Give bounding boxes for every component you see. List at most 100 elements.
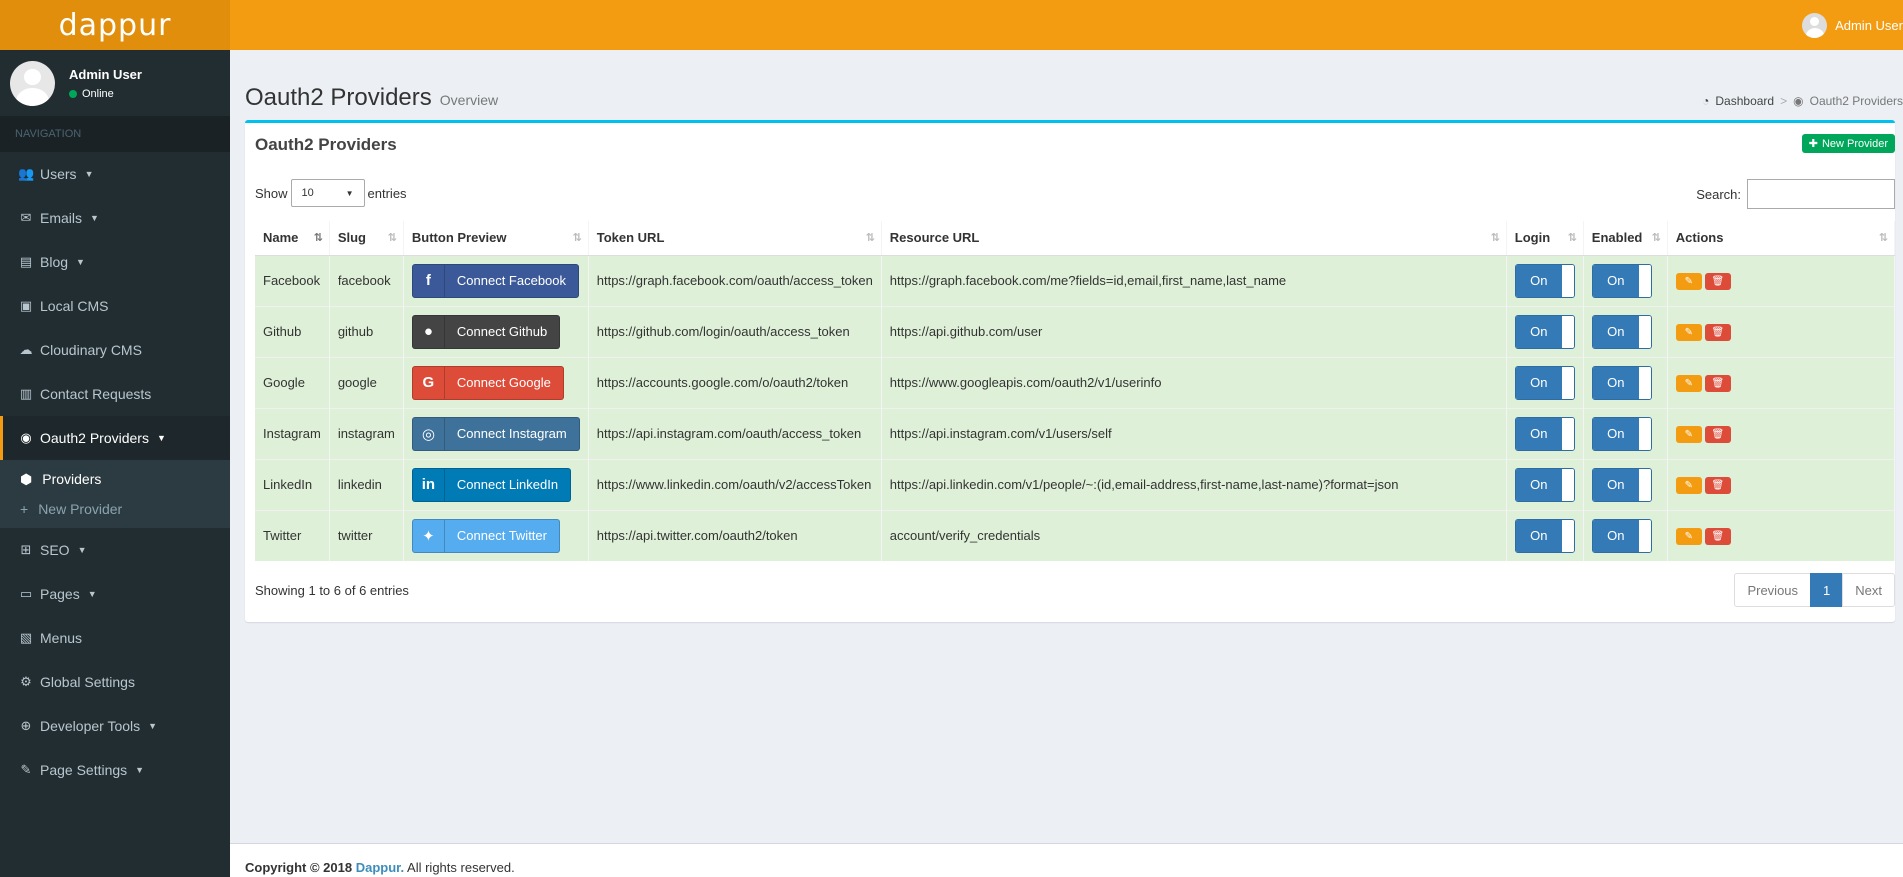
cell-slug: facebook bbox=[329, 254, 404, 306]
sidebar-item-blog[interactable]: ▤ Blog ▼ bbox=[0, 240, 230, 284]
enabled-toggle[interactable]: On bbox=[1591, 263, 1652, 298]
connect-instagram-button[interactable]: ◎ Connect Instagram bbox=[411, 416, 580, 451]
sidebar-item-menus[interactable]: ▧ Menus bbox=[0, 616, 230, 660]
cell-login: On bbox=[1506, 407, 1584, 459]
search-input[interactable] bbox=[1747, 179, 1895, 209]
newspaper-icon: ▤ bbox=[19, 254, 33, 269]
new-provider-button[interactable]: ✚ New Provider bbox=[1801, 134, 1895, 153]
cogs-icon: ⚙ bbox=[20, 674, 32, 689]
login-toggle[interactable]: On bbox=[1514, 365, 1575, 400]
cell-name: Facebook bbox=[255, 254, 330, 306]
user-avatar-icon bbox=[1802, 12, 1828, 38]
login-toggle[interactable]: On bbox=[1514, 263, 1575, 298]
trash-icon: 🗑 bbox=[1711, 326, 1725, 338]
page-length-select[interactable]: 10 ▼ bbox=[290, 179, 365, 207]
edit-button[interactable]: ✎ bbox=[1675, 272, 1702, 290]
enabled-toggle[interactable]: On bbox=[1591, 518, 1652, 553]
cell-token-url: https://www.linkedin.com/oauth/v2/access… bbox=[588, 458, 882, 510]
sidebar-item-oauth2-providers[interactable]: ◉ Oauth2 Providers ▼ bbox=[0, 416, 230, 460]
user-menu-name: Admin User bbox=[1835, 17, 1903, 33]
enabled-toggle[interactable]: On bbox=[1591, 416, 1652, 451]
sidebar-item-pages[interactable]: ▭ Pages ▼ bbox=[0, 572, 230, 616]
sidebar-item-emails[interactable]: ✉ Emails ▼ bbox=[0, 196, 230, 240]
cell-resource-url: https://www.googleapis.com/oauth2/v1/use… bbox=[881, 356, 1507, 408]
connect-github-button[interactable]: ● Connect Github bbox=[411, 314, 561, 349]
column-header-login[interactable]: Login ⇅ bbox=[1506, 221, 1584, 256]
cell-token-url: https://graph.facebook.com/oauth/access_… bbox=[588, 254, 882, 306]
sidebar-item-contact-requests[interactable]: ▥ Contact Requests bbox=[0, 372, 230, 416]
edit-icon: ✎ bbox=[1684, 275, 1693, 287]
cell-resource-url: account/verify_credentials bbox=[881, 509, 1507, 561]
edit-button[interactable]: ✎ bbox=[1675, 323, 1702, 341]
edit-icon: ✎ bbox=[1684, 377, 1693, 389]
breadcrumb-dashboard[interactable]: Dashboard bbox=[1715, 94, 1774, 108]
delete-button[interactable]: 🗑 bbox=[1704, 527, 1731, 545]
sidebar-item-seo[interactable]: ⊞ SEO ▼ bbox=[0, 528, 230, 572]
column-header-button-preview[interactable]: Button Preview ⇅ bbox=[403, 221, 589, 256]
delete-button[interactable]: 🗑 bbox=[1704, 425, 1731, 443]
cell-actions: ✎ 🗑 bbox=[1667, 254, 1896, 306]
delete-button[interactable]: 🗑 bbox=[1704, 272, 1731, 290]
cube-icon: ⬢ bbox=[20, 470, 33, 487]
connect-twitter-button[interactable]: ✦ Connect Twitter bbox=[411, 518, 560, 553]
sidebar-item-users[interactable]: 👥 Users ▼ bbox=[0, 152, 230, 196]
login-toggle[interactable]: On bbox=[1514, 416, 1575, 451]
cell-actions: ✎ 🗑 bbox=[1667, 509, 1896, 561]
delete-button[interactable]: 🗑 bbox=[1704, 476, 1731, 494]
column-header-resource-url[interactable]: Resource URL ⇅ bbox=[881, 221, 1507, 256]
login-toggle[interactable]: On bbox=[1514, 314, 1575, 349]
column-header-token-url[interactable]: Token URL ⇅ bbox=[588, 221, 882, 256]
sidebar-item-developer-tools[interactable]: ⊕ Developer Tools ▼ bbox=[0, 704, 230, 748]
oauth2-submenu: ⬢ Providers + New Provider bbox=[0, 460, 230, 528]
trash-icon: 🗑 bbox=[1711, 530, 1725, 542]
book-icon: ▭ bbox=[19, 586, 33, 601]
edit-icon: ✎ bbox=[1684, 479, 1693, 491]
avatar bbox=[10, 60, 55, 106]
address-book-icon: ▥ bbox=[19, 386, 33, 401]
edit-button[interactable]: ✎ bbox=[1675, 527, 1702, 545]
cell-slug: instagram bbox=[329, 407, 404, 459]
user-status: Online bbox=[69, 88, 142, 100]
logo[interactable]: dappur bbox=[0, 0, 230, 50]
sidebar-item-local-cms[interactable]: ▣ Local CMS bbox=[0, 284, 230, 328]
login-toggle[interactable]: On bbox=[1514, 467, 1575, 502]
cell-login: On bbox=[1506, 356, 1584, 408]
login-toggle[interactable]: On bbox=[1514, 518, 1575, 553]
delete-button[interactable]: 🗑 bbox=[1704, 374, 1731, 392]
show-entries: Show 10 ▼ entries bbox=[255, 179, 407, 207]
cell-resource-url: https://api.instagram.com/v1/users/self bbox=[881, 407, 1507, 459]
column-header-enabled[interactable]: Enabled ⇅ bbox=[1583, 221, 1668, 256]
cell-slug: twitter bbox=[329, 509, 404, 561]
edit-button[interactable]: ✎ bbox=[1675, 374, 1702, 392]
submenu-item-providers[interactable]: ⬢ Providers bbox=[0, 464, 230, 494]
pagination-previous[interactable]: Previous bbox=[1734, 573, 1812, 607]
delete-button[interactable]: 🗑 bbox=[1704, 323, 1731, 341]
sidebar-item-cloudinary-cms[interactable]: ☁ Cloudinary CMS bbox=[0, 328, 230, 372]
user-menu[interactable]: Admin User bbox=[1802, 0, 1903, 50]
column-header-name[interactable]: Name ⇅ bbox=[255, 221, 330, 256]
edit-button[interactable]: ✎ bbox=[1675, 476, 1702, 494]
nav-header: NAVIGATION bbox=[0, 116, 230, 152]
sidebar-item-global-settings[interactable]: ⚙ Global Settings bbox=[0, 660, 230, 704]
enabled-toggle[interactable]: On bbox=[1591, 467, 1652, 502]
column-header-actions[interactable]: Actions ⇅ bbox=[1667, 221, 1896, 256]
enabled-toggle[interactable]: On bbox=[1591, 365, 1652, 400]
pagination-next[interactable]: Next bbox=[1842, 573, 1895, 607]
sidebar-item-page-settings[interactable]: ✎ Page Settings ▼ bbox=[0, 748, 230, 792]
connect-linkedin-button[interactable]: in Connect LinkedIn bbox=[411, 467, 572, 502]
trash-icon: 🗑 bbox=[1711, 275, 1725, 287]
connect-google-button[interactable]: G Connect Google bbox=[411, 365, 564, 400]
sort-asc-icon: ⇅ bbox=[313, 232, 323, 244]
column-header-slug[interactable]: Slug ⇅ bbox=[329, 221, 404, 256]
online-dot-icon bbox=[69, 89, 77, 98]
cell-token-url: https://github.com/login/oauth/access_to… bbox=[588, 305, 882, 357]
submenu-item-new-provider[interactable]: + New Provider bbox=[0, 494, 230, 524]
instagram-icon: ◎ bbox=[413, 417, 445, 450]
edit-button[interactable]: ✎ bbox=[1675, 425, 1702, 443]
table-row: Facebook facebook f Connect Facebook htt… bbox=[255, 254, 1896, 306]
footer-brand-link[interactable]: Dappur. bbox=[356, 860, 404, 875]
enabled-toggle[interactable]: On bbox=[1591, 314, 1652, 349]
cell-token-url: https://accounts.google.com/o/oauth2/tok… bbox=[588, 356, 882, 408]
pagination-page-1[interactable]: 1 bbox=[1810, 573, 1844, 607]
connect-facebook-button[interactable]: f Connect Facebook bbox=[411, 263, 580, 298]
